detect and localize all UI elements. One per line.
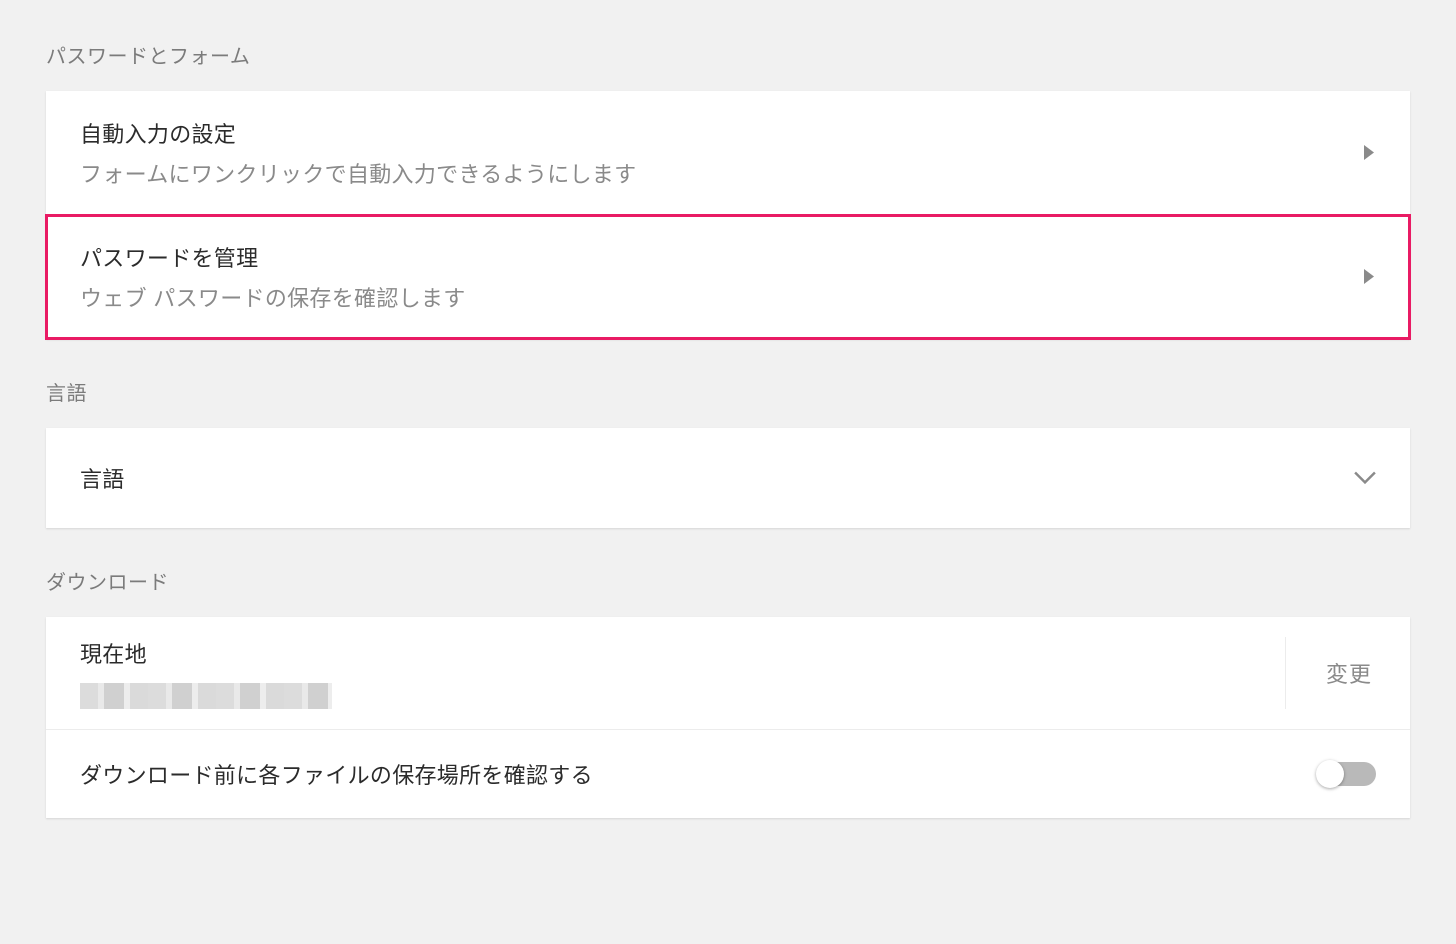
section-title-passwords-forms: パスワードとフォーム (46, 40, 1410, 69)
change-button-wrap: 変更 (1285, 637, 1376, 709)
chevron-down-icon (1354, 471, 1376, 485)
autofill-title: 自動入力の設定 (80, 117, 636, 149)
section-title-download: ダウンロード (46, 566, 1410, 595)
manage-passwords-subtitle: ウェブ パスワードの保存を確認します (80, 281, 466, 313)
ask-before-download-label: ダウンロード前に各ファイルの保存場所を確認する (80, 758, 593, 790)
manage-passwords-row[interactable]: パスワードを管理 ウェブ パスワードの保存を確認します (46, 215, 1410, 339)
language-row[interactable]: 言語 (46, 428, 1410, 528)
download-location-path-hidden (80, 683, 332, 709)
autofill-content: 自動入力の設定 フォームにワンクリックで自動入力できるようにします (80, 117, 636, 189)
toggle-knob (1316, 760, 1344, 788)
passwords-forms-card: 自動入力の設定 フォームにワンクリックで自動入力できるようにします パスワードを… (46, 91, 1410, 339)
download-location-content: 現在地 (80, 637, 332, 709)
section-title-language: 言語 (46, 377, 1410, 406)
download-location-label: 現在地 (80, 637, 332, 669)
download-location-row: 現在地 変更 (46, 617, 1410, 729)
language-label: 言語 (80, 462, 125, 494)
language-card: 言語 (46, 428, 1410, 528)
ask-before-download-toggle[interactable] (1318, 762, 1376, 786)
change-location-button[interactable]: 変更 (1326, 657, 1372, 689)
autofill-subtitle: フォームにワンクリックで自動入力できるようにします (80, 157, 636, 189)
caret-right-icon (1364, 269, 1376, 285)
manage-passwords-content: パスワードを管理 ウェブ パスワードの保存を確認します (80, 241, 466, 313)
manage-passwords-title: パスワードを管理 (80, 241, 466, 273)
download-card: 現在地 変更 ダウンロード前に各ファイルの保存場所を確認する (46, 617, 1410, 818)
ask-before-download-row: ダウンロード前に各ファイルの保存場所を確認する (46, 729, 1410, 818)
caret-right-icon (1364, 145, 1376, 161)
autofill-settings-row[interactable]: 自動入力の設定 フォームにワンクリックで自動入力できるようにします (46, 91, 1410, 215)
